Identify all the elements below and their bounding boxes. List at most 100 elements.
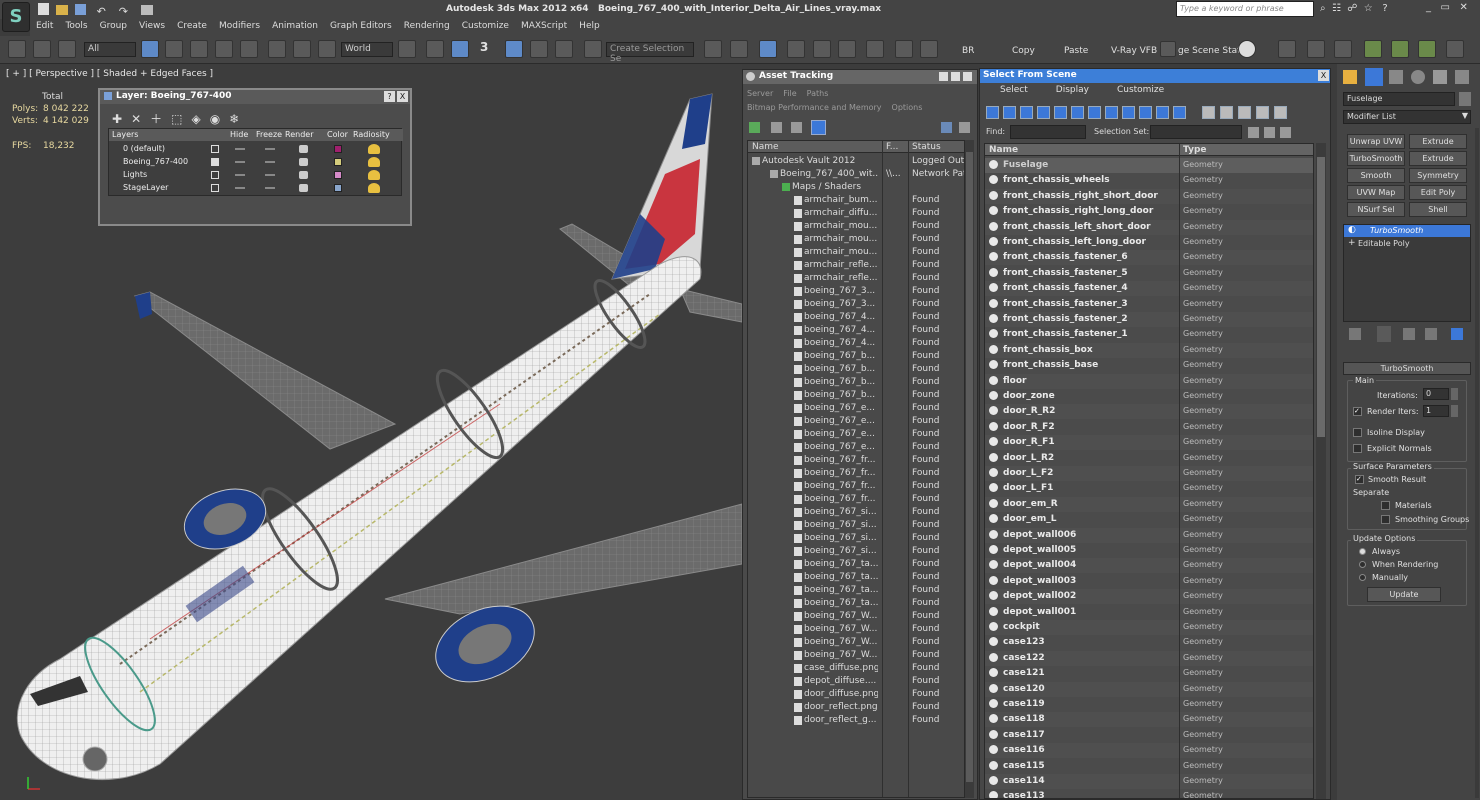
layer-active-box[interactable]	[211, 145, 219, 153]
layer-freeze-toggle[interactable]	[265, 148, 275, 150]
scene-object-row[interactable]: front_chassis_right_long_door Geometry	[985, 204, 1313, 220]
asset-row[interactable]: boeing_767_fr... Found	[748, 454, 964, 467]
edit-selection-set-icon[interactable]	[1264, 127, 1275, 138]
layer-active-box[interactable]	[211, 158, 219, 166]
open-file-icon[interactable]	[55, 5, 68, 15]
asset-row[interactable]: boeing_767_4... Found	[748, 324, 964, 337]
save-icon[interactable]	[74, 4, 86, 15]
scene-object-row[interactable]: door_zone Geometry	[985, 389, 1313, 404]
scene-object-row[interactable]: door_em_L Geometry	[985, 512, 1313, 528]
asset-row[interactable]: boeing_767_ta... Found	[748, 571, 964, 584]
radiosity-icon[interactable]	[368, 183, 380, 193]
scene-object-row[interactable]: front_chassis_fastener_5 Geometry	[985, 265, 1313, 281]
scene-object-row[interactable]: door_R_F2 Geometry	[985, 419, 1313, 435]
search-input[interactable]: Type a keyword or phrase	[1176, 1, 1314, 17]
scene-geometry-filter-icon[interactable]	[986, 106, 999, 119]
layer-freeze-toggle[interactable]	[265, 174, 275, 176]
scene-object-row[interactable]: door_R_R2 Geometry	[985, 404, 1313, 420]
named-selection-set-input[interactable]: Create Selection Se	[606, 42, 694, 64]
turbosmooth-rollout-header[interactable]: TurboSmooth	[1343, 362, 1471, 375]
asset-row[interactable]: Maps / Shaders	[748, 181, 964, 194]
menu-create[interactable]: Create	[171, 19, 213, 33]
select-by-name-icon[interactable]	[165, 40, 183, 58]
scene-object-row[interactable]: depot_wall005 Geometry	[985, 543, 1313, 558]
script-tool-2-icon[interactable]	[1307, 40, 1325, 58]
scene-object-row[interactable]: case114 Geometry	[985, 774, 1313, 789]
scene-scrollbar[interactable]	[1316, 143, 1326, 799]
asset-row[interactable]: armchair_mou... Found	[748, 233, 964, 246]
layer-row[interactable]: StageLayer	[109, 182, 403, 195]
app-logo-icon[interactable]: S	[2, 2, 30, 32]
scene-object-row[interactable]: door_L_F2 Geometry	[985, 466, 1313, 481]
modifier-button-edit-poly[interactable]: Edit Poly	[1409, 185, 1467, 200]
asset-col-name[interactable]: Name	[752, 142, 779, 152]
scene-col-type[interactable]: Type	[1183, 145, 1206, 155]
layer-freeze-toggle[interactable]	[265, 161, 275, 163]
selection-filter-dropdown[interactable]: All	[84, 42, 136, 57]
modify-tab-icon[interactable]	[1365, 68, 1383, 86]
reference-coordinate-dropdown[interactable]: World	[341, 42, 393, 57]
menu-graph-editors[interactable]: Graph Editors	[324, 19, 398, 33]
asset-row[interactable]: boeing_767_e... Found	[748, 428, 964, 441]
scene-object-row[interactable]: front_chassis_fastener_4 Geometry	[985, 281, 1313, 297]
hide-all-layers-icon[interactable]: ◉	[210, 112, 229, 126]
scene-object-row[interactable]: door_L_R2 Geometry	[985, 450, 1313, 466]
delete-layer-icon[interactable]: ✕	[131, 112, 150, 126]
object-name-field[interactable]: Fuselage	[1343, 92, 1455, 106]
asset-row[interactable]: boeing_767_si... Found	[748, 506, 964, 519]
asset-titlebar[interactable]: Asset Tracking	[743, 70, 977, 84]
scene-display-none-icon[interactable]	[1220, 106, 1233, 119]
vray-vfb-button[interactable]: V-Ray VFB	[1111, 46, 1157, 56]
script-tool-1-icon[interactable]	[1278, 40, 1296, 58]
asset-row[interactable]: armchair_refle... Found	[748, 272, 964, 285]
layer-col-layers[interactable]: Layers	[112, 130, 138, 139]
freeze-all-layers-icon[interactable]: ❄	[229, 112, 248, 126]
scene-object-row[interactable]: case120 Geometry	[985, 681, 1313, 697]
modifier-button-smooth[interactable]: Smooth	[1347, 168, 1405, 183]
asset-row[interactable]: depot_diffuse.... Found	[748, 675, 964, 688]
layer-col-radiosity[interactable]: Radiosity	[353, 130, 390, 139]
menu-animation[interactable]: Animation	[266, 19, 324, 33]
binoculars-icon[interactable]: ⌕	[1320, 3, 1326, 14]
modifier-button-shell[interactable]: Shell	[1409, 202, 1467, 217]
asset-menu-file[interactable]: File	[783, 87, 796, 101]
material-editor-icon[interactable]	[866, 40, 884, 58]
scene-bones-filter-icon[interactable]	[1122, 106, 1135, 119]
asset-row[interactable]: armchair_bum... Found	[748, 194, 964, 207]
iterations-spinner-arrows[interactable]	[1451, 388, 1458, 400]
update-button[interactable]: Update	[1367, 587, 1441, 602]
scene-object-row[interactable]: front_chassis_fastener_6 Geometry	[985, 250, 1313, 266]
scene-helpers-filter-icon[interactable]	[1054, 106, 1067, 119]
save-selection-set-icon[interactable]	[1248, 127, 1259, 138]
layer-help-button[interactable]: ?	[384, 91, 395, 102]
snap-toggle-icon[interactable]: 3	[480, 40, 488, 54]
asset-row[interactable]: boeing_767_si... Found	[748, 532, 964, 545]
menu-tools[interactable]: Tools	[59, 19, 93, 33]
table-view-icon[interactable]	[811, 120, 826, 135]
layer-manager-icon[interactable]	[759, 40, 777, 58]
subscription-icon[interactable]: ☷	[1332, 3, 1341, 14]
selection-set-dropdown[interactable]	[1150, 125, 1242, 139]
modifier-button-extrude[interactable]: Extrude	[1409, 151, 1467, 166]
modifier-button-unwrap-uvw[interactable]: Unwrap UVW	[1347, 134, 1405, 149]
minimize-button[interactable]: _	[1426, 2, 1431, 13]
make-unique-icon[interactable]	[1403, 328, 1415, 340]
layer-col-hide[interactable]: Hide	[230, 130, 248, 139]
render-iters-spinner[interactable]: 1	[1423, 405, 1449, 417]
scene-object-row[interactable]: door_L_F1 Geometry	[985, 481, 1313, 497]
asset-row[interactable]: boeing_767_b... Found	[748, 389, 964, 402]
scale-icon[interactable]	[318, 40, 336, 58]
scene-object-row[interactable]: floor Geometry	[985, 373, 1313, 389]
scene-object-row[interactable]: case123 Geometry	[985, 635, 1313, 651]
configure-sets-icon[interactable]	[1451, 328, 1463, 340]
menu-views[interactable]: Views	[133, 19, 171, 33]
teapot-render-icon[interactable]	[299, 171, 308, 179]
layer-freeze-toggle[interactable]	[265, 187, 275, 189]
script-tool-5-icon[interactable]	[1391, 40, 1409, 58]
show-end-result-icon[interactable]	[1377, 326, 1391, 342]
layer-color-swatch[interactable]	[334, 184, 342, 192]
help-icon[interactable]: ?	[1382, 3, 1387, 14]
asset-minimize-button[interactable]	[939, 72, 948, 81]
utilities-tab-icon[interactable]	[1455, 70, 1469, 84]
select-link-icon[interactable]	[8, 40, 26, 58]
